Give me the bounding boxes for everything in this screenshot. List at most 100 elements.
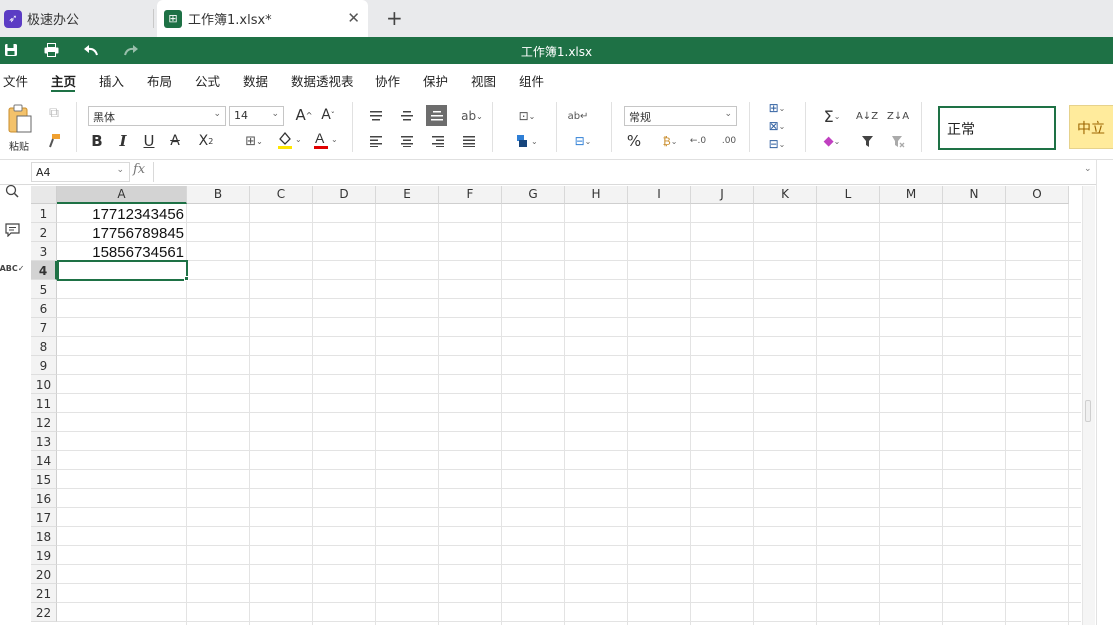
comment-icon[interactable]: [3, 221, 21, 239]
italic-icon[interactable]: I: [114, 131, 132, 151]
menu-formula[interactable]: 公式: [195, 71, 220, 90]
row-header-8[interactable]: 8: [31, 337, 57, 356]
sum-icon[interactable]: Σ ⌄: [817, 106, 847, 126]
align-center-icon[interactable]: [397, 131, 417, 151]
row-header-15[interactable]: 15: [31, 470, 57, 489]
menu-pivot-table[interactable]: 数据透视表: [291, 71, 354, 90]
align-top-icon[interactable]: [366, 106, 386, 126]
column-header-g[interactable]: G: [502, 186, 565, 204]
format-painter-icon[interactable]: [45, 132, 63, 150]
align-middle-icon[interactable]: [397, 106, 417, 126]
row-header-3[interactable]: 3: [31, 242, 57, 261]
align-right-icon[interactable]: [428, 131, 448, 151]
new-tab-button[interactable]: +: [386, 6, 403, 30]
row-header-5[interactable]: 5: [31, 280, 57, 299]
column-header-o[interactable]: O: [1006, 186, 1069, 204]
cell-style-neutral[interactable]: 中立: [1069, 105, 1113, 149]
menu-file[interactable]: 文件: [3, 71, 28, 90]
menu-protect[interactable]: 保护: [423, 71, 448, 90]
column-header-n[interactable]: N: [943, 186, 1006, 204]
menu-home[interactable]: 主页: [51, 71, 76, 90]
borders-icon[interactable]: ⊞ ⌄: [240, 131, 268, 151]
column-header-b[interactable]: B: [187, 186, 250, 204]
cell-a3[interactable]: 15856734561: [58, 242, 186, 261]
row-header-22[interactable]: 22: [31, 603, 57, 622]
eraser-icon[interactable]: ◆ ⌄: [817, 131, 847, 151]
row-header-16[interactable]: 16: [31, 489, 57, 508]
sort-descending-icon[interactable]: Z↓A: [887, 106, 909, 126]
conditional-format-icon[interactable]: ⌄: [512, 131, 542, 151]
copy-icon[interactable]: ⧉: [45, 104, 63, 122]
cell-style-normal[interactable]: 正常: [938, 106, 1056, 150]
tab-home[interactable]: ➶ 极速办公: [0, 0, 152, 37]
menu-collaborate[interactable]: 协作: [375, 71, 400, 90]
row-header-9[interactable]: 9: [31, 356, 57, 375]
fill-handle[interactable]: [184, 276, 189, 281]
insert-cells-icon[interactable]: ⊞ ⌄: [763, 100, 791, 116]
menu-data[interactable]: 数据: [243, 71, 268, 90]
insert-control-icon[interactable]: ⊡ ⌄: [512, 106, 542, 126]
row-header-6[interactable]: 6: [31, 299, 57, 318]
filter-icon[interactable]: [857, 131, 877, 151]
fill-color-icon[interactable]: ⌄: [274, 129, 304, 151]
underline-icon[interactable]: U: [140, 131, 158, 151]
spellcheck-icon[interactable]: ABC✓: [0, 259, 24, 277]
menu-insert[interactable]: 插入: [99, 71, 124, 90]
row-header-4[interactable]: 4: [31, 261, 57, 280]
wrap-text-icon[interactable]: ab↵: [568, 106, 589, 126]
clear-filter-icon[interactable]: [888, 131, 908, 151]
column-header-d[interactable]: D: [313, 186, 376, 204]
delete-cells-icon[interactable]: ⊠ ⌄: [763, 118, 791, 134]
strikethrough-icon[interactable]: A: [166, 131, 184, 151]
menu-components[interactable]: 组件: [519, 71, 544, 90]
increase-decimal-icon[interactable]: .00: [718, 131, 740, 151]
name-box[interactable]: A4 ⌄: [31, 162, 130, 182]
row-header-7[interactable]: 7: [31, 318, 57, 337]
row-header-10[interactable]: 10: [31, 375, 57, 394]
decrease-decimal-icon[interactable]: ←.0: [688, 131, 708, 151]
column-header-f[interactable]: F: [439, 186, 502, 204]
select-all-corner[interactable]: [31, 186, 57, 204]
align-bottom-icon[interactable]: [426, 105, 447, 126]
sort-ascending-icon[interactable]: A↓Z: [856, 106, 878, 126]
decrease-font-icon[interactable]: Aˇ: [318, 105, 338, 125]
paste-button[interactable]: [5, 104, 35, 134]
tab-workbook[interactable]: ⊞ 工作簿1.xlsx* ✕: [157, 0, 368, 37]
number-format-select[interactable]: 常规 ⌄: [624, 106, 737, 126]
justify-icon[interactable]: [459, 131, 479, 151]
row-header-19[interactable]: 19: [31, 546, 57, 565]
formula-input[interactable]: [153, 162, 1098, 182]
text-orientation-icon[interactable]: ab ⌄: [458, 106, 486, 126]
sheet-grid[interactable]: A B C D E F G H I J K L M N O 1 2 3 4 5 6 7 8 9 10 11 12 13 14 15 16 17…: [31, 186, 1081, 625]
cell-a2[interactable]: 17756789845: [58, 223, 186, 242]
scrollbar-thumb[interactable]: [1085, 400, 1091, 422]
column-header-a[interactable]: A: [57, 186, 187, 204]
align-left-icon[interactable]: [366, 131, 386, 151]
search-icon[interactable]: [3, 182, 21, 200]
format-cells-icon[interactable]: ⊟ ⌄: [763, 136, 791, 152]
font-color-icon[interactable]: A ⌄: [310, 129, 340, 151]
column-header-e[interactable]: E: [376, 186, 439, 204]
font-size-select[interactable]: 14 ⌄: [229, 106, 284, 126]
row-header-1[interactable]: 1: [31, 204, 57, 223]
row-header-2[interactable]: 2: [31, 223, 57, 242]
column-header-j[interactable]: J: [691, 186, 754, 204]
menu-view[interactable]: 视图: [471, 71, 496, 90]
row-header-12[interactable]: 12: [31, 413, 57, 432]
row-header-13[interactable]: 13: [31, 432, 57, 451]
row-header-18[interactable]: 18: [31, 527, 57, 546]
column-header-k[interactable]: K: [754, 186, 817, 204]
row-header-11[interactable]: 11: [31, 394, 57, 413]
column-header-i[interactable]: I: [628, 186, 691, 204]
function-icon[interactable]: fx: [133, 162, 153, 182]
column-header-l[interactable]: L: [817, 186, 880, 204]
font-name-select[interactable]: 黑体 ⌄: [88, 106, 226, 126]
currency-icon[interactable]: ₿ ⌄: [655, 131, 685, 151]
bold-icon[interactable]: B: [88, 131, 106, 151]
row-header-14[interactable]: 14: [31, 451, 57, 470]
increase-font-icon[interactable]: A ^: [294, 105, 314, 125]
expand-formula-icon[interactable]: ⌄: [1084, 164, 1092, 174]
column-header-h[interactable]: H: [565, 186, 628, 204]
row-header-17[interactable]: 17: [31, 508, 57, 527]
row-header-20[interactable]: 20: [31, 565, 57, 584]
